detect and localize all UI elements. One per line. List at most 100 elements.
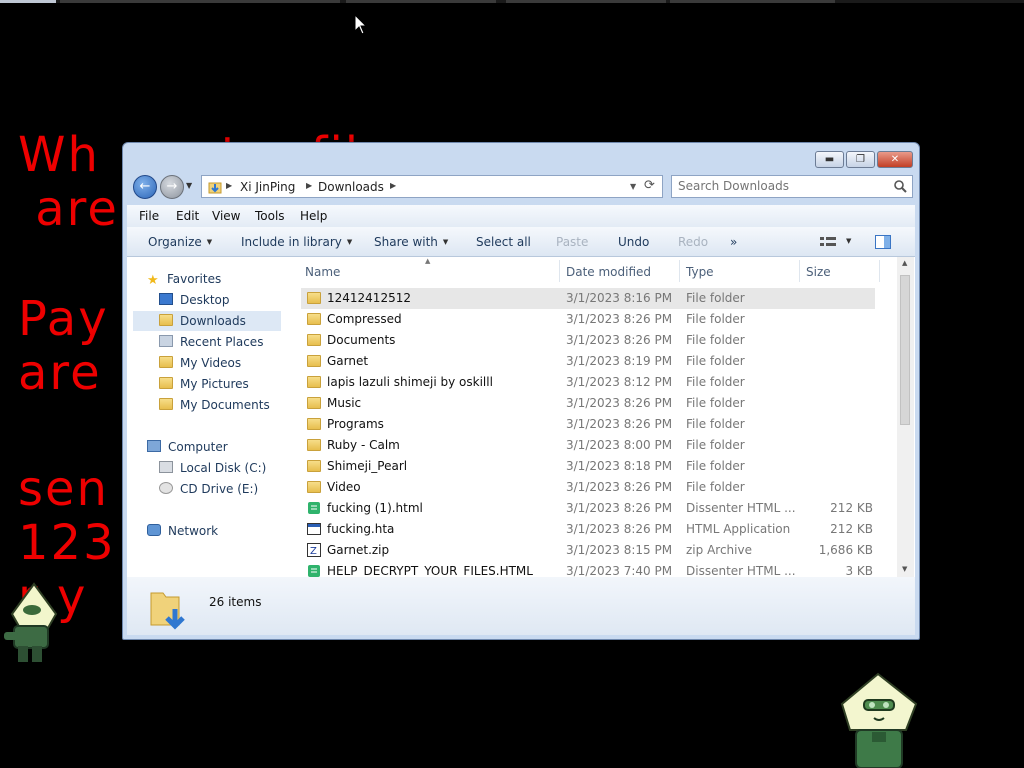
folder-icon bbox=[307, 355, 321, 367]
column-type[interactable]: Type bbox=[686, 265, 714, 279]
paste-button[interactable]: Paste bbox=[556, 235, 588, 249]
file-type: zip Archive bbox=[686, 543, 752, 557]
nav-local-disk[interactable]: Local Disk (C:) bbox=[159, 458, 266, 478]
file-row[interactable]: fucking (1).html 3/1/2023 8:26 PM Dissente… bbox=[301, 498, 875, 519]
search-input[interactable] bbox=[678, 179, 878, 193]
file-row[interactable]: Programs 3/1/2023 8:26 PM File folder bbox=[301, 414, 875, 435]
scroll-up-icon[interactable]: ▲ bbox=[902, 259, 907, 267]
nav-cd-drive[interactable]: CD Drive (E:) bbox=[159, 479, 258, 499]
vertical-scrollbar[interactable]: ▲ ▼ bbox=[897, 257, 914, 577]
nav-computer[interactable]: Computer bbox=[147, 437, 228, 457]
file-row[interactable]: Documents 3/1/2023 8:26 PM File folder bbox=[301, 330, 875, 351]
nav-desktop[interactable]: Desktop bbox=[159, 290, 230, 310]
breadcrumb-xi-jinping[interactable]: Xi JinPing bbox=[240, 180, 295, 194]
file-type: File folder bbox=[686, 417, 745, 431]
menu-help[interactable]: Help bbox=[300, 209, 327, 223]
computer-icon bbox=[147, 440, 161, 452]
file-name: Video bbox=[327, 480, 361, 494]
select-all-button[interactable]: Select all bbox=[476, 235, 531, 249]
nav-favorites[interactable]: ★ Favorites bbox=[147, 269, 221, 289]
file-row[interactable]: Music 3/1/2023 8:26 PM File folder bbox=[301, 393, 875, 414]
nav-recent-label: Recent Places bbox=[180, 335, 264, 349]
minimize-button[interactable]: ▬ bbox=[815, 151, 844, 168]
view-options-icon[interactable] bbox=[820, 236, 836, 248]
column-divider[interactable] bbox=[879, 260, 880, 282]
breadcrumb-downloads[interactable]: Downloads bbox=[318, 180, 384, 194]
nav-desktop-label: Desktop bbox=[180, 293, 230, 307]
nav-my-documents[interactable]: My Documents bbox=[159, 395, 270, 415]
column-divider[interactable] bbox=[559, 260, 560, 282]
navigation-row: ← → ▼ ▶ Xi JinPing ▶ Downloads ▶ ▼ ⟳ bbox=[131, 173, 913, 201]
file-size: 212 KB bbox=[830, 522, 873, 536]
close-button[interactable]: ✕ bbox=[877, 151, 913, 168]
preview-pane-icon[interactable] bbox=[875, 235, 891, 249]
forward-button[interactable]: → bbox=[160, 175, 184, 199]
file-row[interactable]: lapis lazuli shimeji by oskilll 3/1/2023 … bbox=[301, 372, 875, 393]
column-size[interactable]: Size bbox=[806, 265, 831, 279]
scroll-down-icon[interactable]: ▼ bbox=[902, 565, 907, 573]
nav-recent-places[interactable]: Recent Places bbox=[159, 332, 263, 352]
file-row[interactable]: Ruby - Calm 3/1/2023 8:00 PM File folder bbox=[301, 435, 875, 456]
taskbar-segment bbox=[0, 0, 56, 3]
pictures-folder-icon bbox=[159, 377, 173, 389]
recent-places-icon bbox=[159, 335, 173, 347]
back-button[interactable]: ← bbox=[133, 175, 157, 199]
file-row[interactable]: Compressed 3/1/2023 8:26 PM File folder bbox=[301, 309, 875, 330]
peridot-shimeji-right[interactable] bbox=[836, 670, 926, 768]
address-dropdown-icon[interactable]: ▼ bbox=[630, 182, 636, 191]
nav-favorites-label: Favorites bbox=[167, 272, 222, 286]
search-box[interactable] bbox=[671, 175, 913, 198]
file-date: 3/1/2023 8:26 PM bbox=[566, 522, 673, 536]
documents-folder-icon bbox=[159, 398, 173, 410]
file-name: Documents bbox=[327, 333, 396, 347]
undo-button[interactable]: Undo bbox=[618, 235, 649, 249]
breadcrumb-separator-icon[interactable]: ▶ bbox=[226, 181, 232, 190]
column-name[interactable]: Name bbox=[305, 265, 340, 279]
ransom-line: 123 bbox=[18, 515, 116, 571]
file-row[interactable]: Video 3/1/2023 8:26 PM File folder bbox=[301, 477, 875, 498]
file-row[interactable]: Shimeji_Pearl 3/1/2023 8:18 PM File folder bbox=[301, 456, 875, 477]
explorer-window[interactable]: ▬ ❐ ✕ ← → ▼ ▶ Xi JinPing ▶ Downloads ▶ ▼… bbox=[122, 142, 920, 640]
file-name: Garnet.zip bbox=[327, 543, 390, 557]
downloads-folder-icon bbox=[159, 314, 173, 326]
address-bar[interactable]: ▶ Xi JinPing ▶ Downloads ▶ ▼ ⟳ bbox=[201, 175, 663, 198]
nav-network[interactable]: Network bbox=[147, 521, 218, 541]
nav-my-videos[interactable]: My Videos bbox=[159, 353, 241, 373]
file-row[interactable]: Garnet 3/1/2023 8:19 PM File folder bbox=[301, 351, 875, 372]
organize-button[interactable]: Organize ▼ bbox=[148, 235, 212, 249]
scrollbar-thumb[interactable] bbox=[900, 275, 910, 425]
breadcrumb-separator-icon[interactable]: ▶ bbox=[390, 181, 396, 190]
menu-edit[interactable]: Edit bbox=[176, 209, 199, 223]
hta-application-icon bbox=[307, 523, 321, 535]
file-row[interactable]: Z Garnet.zip 3/1/2023 8:15 PM zip Archive 1,… bbox=[301, 540, 875, 561]
file-row[interactable]: 12412412512 3/1/2023 8:16 PM File folder bbox=[301, 288, 875, 309]
view-dropdown-icon[interactable]: ▼ bbox=[846, 237, 851, 245]
nav-downloads[interactable]: Downloads bbox=[133, 311, 281, 331]
column-divider[interactable] bbox=[679, 260, 680, 282]
nav-my-pictures[interactable]: My Pictures bbox=[159, 374, 249, 394]
redo-button[interactable]: Redo bbox=[678, 235, 708, 249]
title-bar[interactable]: ▬ ❐ ✕ bbox=[123, 143, 919, 173]
menu-view[interactable]: View bbox=[212, 209, 240, 223]
include-in-library-button[interactable]: Include in library ▼ bbox=[241, 235, 352, 249]
peridot-shimeji-left[interactable] bbox=[0, 580, 70, 670]
refresh-icon[interactable]: ⟳ bbox=[644, 178, 655, 193]
folder-icon bbox=[307, 313, 321, 325]
search-icon[interactable] bbox=[893, 179, 907, 193]
maximize-button[interactable]: ❐ bbox=[846, 151, 875, 168]
file-type: File folder bbox=[686, 459, 745, 473]
share-with-button[interactable]: Share with ▼ bbox=[374, 235, 448, 249]
nav-downloads-label: Downloads bbox=[180, 314, 246, 328]
column-divider[interactable] bbox=[799, 260, 800, 282]
breadcrumb-separator-icon[interactable]: ▶ bbox=[306, 181, 312, 190]
column-date-modified[interactable]: Date modified bbox=[566, 265, 651, 279]
taskbar-segment bbox=[60, 0, 340, 3]
menu-tools[interactable]: Tools bbox=[255, 209, 285, 223]
more-commands-button[interactable]: » bbox=[730, 235, 737, 249]
file-type: File folder bbox=[686, 333, 745, 347]
recent-pages-dropdown-icon[interactable]: ▼ bbox=[186, 181, 192, 190]
column-headers: ▲ Name Date modified Type Size bbox=[301, 257, 901, 287]
file-row[interactable]: fucking.hta 3/1/2023 8:26 PM HTML Applicat… bbox=[301, 519, 875, 540]
folder-icon bbox=[307, 397, 321, 409]
menu-file[interactable]: File bbox=[139, 209, 159, 223]
